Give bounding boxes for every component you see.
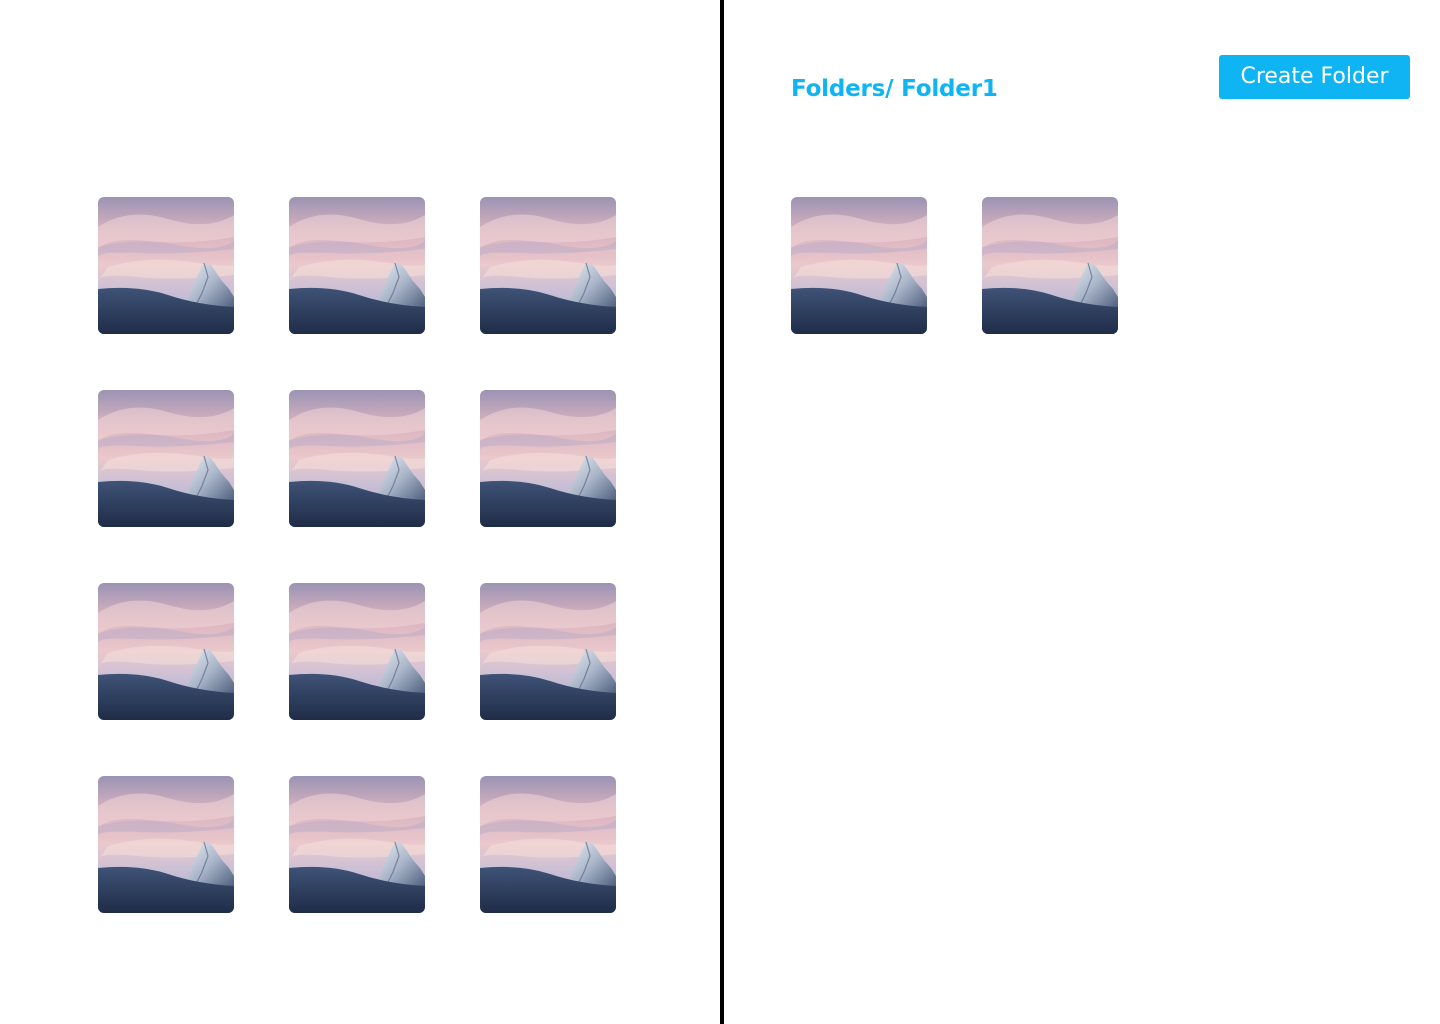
library-image-thumbnail[interactable] [480,776,616,913]
mountain-photo-icon [289,776,425,913]
library-image-thumbnail[interactable] [98,583,234,720]
folder-grid [791,197,1118,334]
library-image-thumbnail[interactable] [289,197,425,334]
panel-divider [720,0,724,1024]
library-image-thumbnail[interactable] [98,390,234,527]
page: Folders/ Folder1 Create Folder [0,0,1440,1024]
mountain-photo-icon [982,197,1118,334]
library-grid [98,197,616,913]
library-image-thumbnail[interactable] [289,390,425,527]
mountain-photo-icon [480,776,616,913]
mountain-photo-icon [791,197,927,334]
mountain-photo-icon [98,583,234,720]
mountain-photo-icon [98,390,234,527]
mountain-photo-icon [98,197,234,334]
mountain-photo-icon [480,390,616,527]
mountain-photo-icon [289,583,425,720]
mountain-photo-icon [480,583,616,720]
breadcrumb[interactable]: Folders/ Folder1 [791,76,998,102]
mountain-photo-icon [98,776,234,913]
mountain-photo-icon [480,197,616,334]
library-image-thumbnail[interactable] [289,776,425,913]
folder-image-thumbnail[interactable] [791,197,927,334]
mountain-photo-icon [289,390,425,527]
create-folder-button[interactable]: Create Folder [1219,55,1410,99]
library-image-thumbnail[interactable] [480,390,616,527]
mountain-photo-icon [289,197,425,334]
library-image-thumbnail[interactable] [289,583,425,720]
library-image-thumbnail[interactable] [98,776,234,913]
library-image-thumbnail[interactable] [480,197,616,334]
folder-image-thumbnail[interactable] [982,197,1118,334]
library-image-thumbnail[interactable] [480,583,616,720]
library-image-thumbnail[interactable] [98,197,234,334]
